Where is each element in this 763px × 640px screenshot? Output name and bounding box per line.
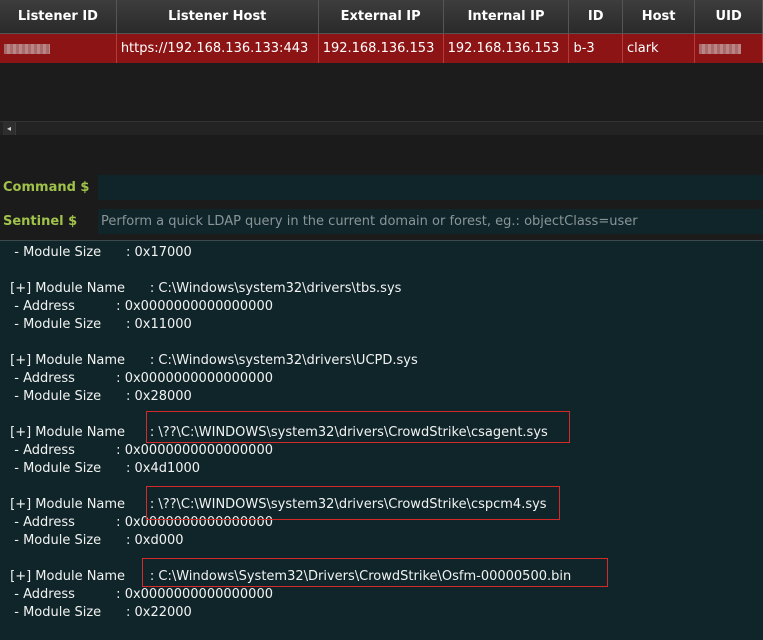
sentinel-prompt-label: Sentinel $: [3, 214, 78, 229]
scroll-left-icon[interactable]: ◂: [3, 122, 16, 135]
output-line: - Module Size : 0x17000: [6, 245, 192, 260]
redacted-value: [699, 43, 742, 54]
highlight-box-cspcm4: [146, 486, 560, 520]
console-output[interactable]: - Module Size : 0x17000 [+] Module Name …: [0, 240, 763, 640]
output-line: - Address : 0x0000000000000000: [6, 443, 273, 458]
sessions-table-region: Listener ID Listener Host External IP In…: [0, 0, 763, 135]
cell-listener-host[interactable]: https://192.168.136.133:443: [116, 33, 319, 63]
column-header-external-ip[interactable]: External IP: [318, 0, 444, 34]
horizontal-scrollbar[interactable]: ◂: [0, 121, 763, 135]
output-line: - Address : 0x0000000000000000: [6, 587, 273, 602]
cell-external-ip[interactable]: 192.168.136.153: [318, 33, 444, 63]
command-prompt-label: Command $: [3, 180, 90, 195]
cell-host[interactable]: clark: [622, 33, 696, 63]
column-header-id[interactable]: ID: [568, 0, 623, 34]
output-line: [+] Module Name : C:\Windows\system32\dr…: [6, 353, 418, 368]
sentinel-input[interactable]: [98, 209, 763, 234]
redacted-value: [4, 43, 50, 54]
output-line: - Module Size : 0x22000: [6, 605, 192, 620]
column-header-listener-id[interactable]: Listener ID: [0, 0, 117, 34]
column-header-internal-ip[interactable]: Internal IP: [443, 0, 570, 34]
output-line: - Address : 0x0000000000000000: [6, 299, 273, 314]
table-row[interactable]: https://192.168.136.133:443 192.168.136.…: [0, 33, 763, 63]
command-row: Command $: [0, 175, 763, 201]
column-header-listener-host[interactable]: Listener Host: [116, 0, 319, 34]
output-line: - Module Size : 0x4d1000: [6, 461, 201, 476]
command-input[interactable]: [98, 175, 763, 200]
output-line: - Module Size : 0xd000: [6, 533, 184, 548]
output-line: - Module Size : 0x28000: [6, 389, 192, 404]
output-line: - Address : 0x0000000000000000: [6, 371, 273, 386]
highlight-box-osfm: [142, 558, 608, 587]
cell-listener-id[interactable]: [0, 33, 117, 63]
cell-internal-ip[interactable]: 192.168.136.153: [443, 33, 570, 63]
table-header-row: Listener ID Listener Host External IP In…: [0, 0, 763, 34]
cell-id[interactable]: b-3: [568, 33, 623, 63]
sentinel-row: Sentinel $: [0, 209, 763, 235]
output-line: [+] Module Name : C:\Windows\system32\dr…: [6, 281, 402, 296]
highlight-box-csagent: [146, 411, 570, 443]
cell-uid[interactable]: [694, 33, 763, 63]
output-line: - Module Size : 0x11000: [6, 317, 192, 332]
column-header-uid[interactable]: UID: [694, 0, 763, 34]
column-header-host[interactable]: Host: [622, 0, 696, 34]
sessions-table: Listener ID Listener Host External IP In…: [0, 0, 763, 63]
